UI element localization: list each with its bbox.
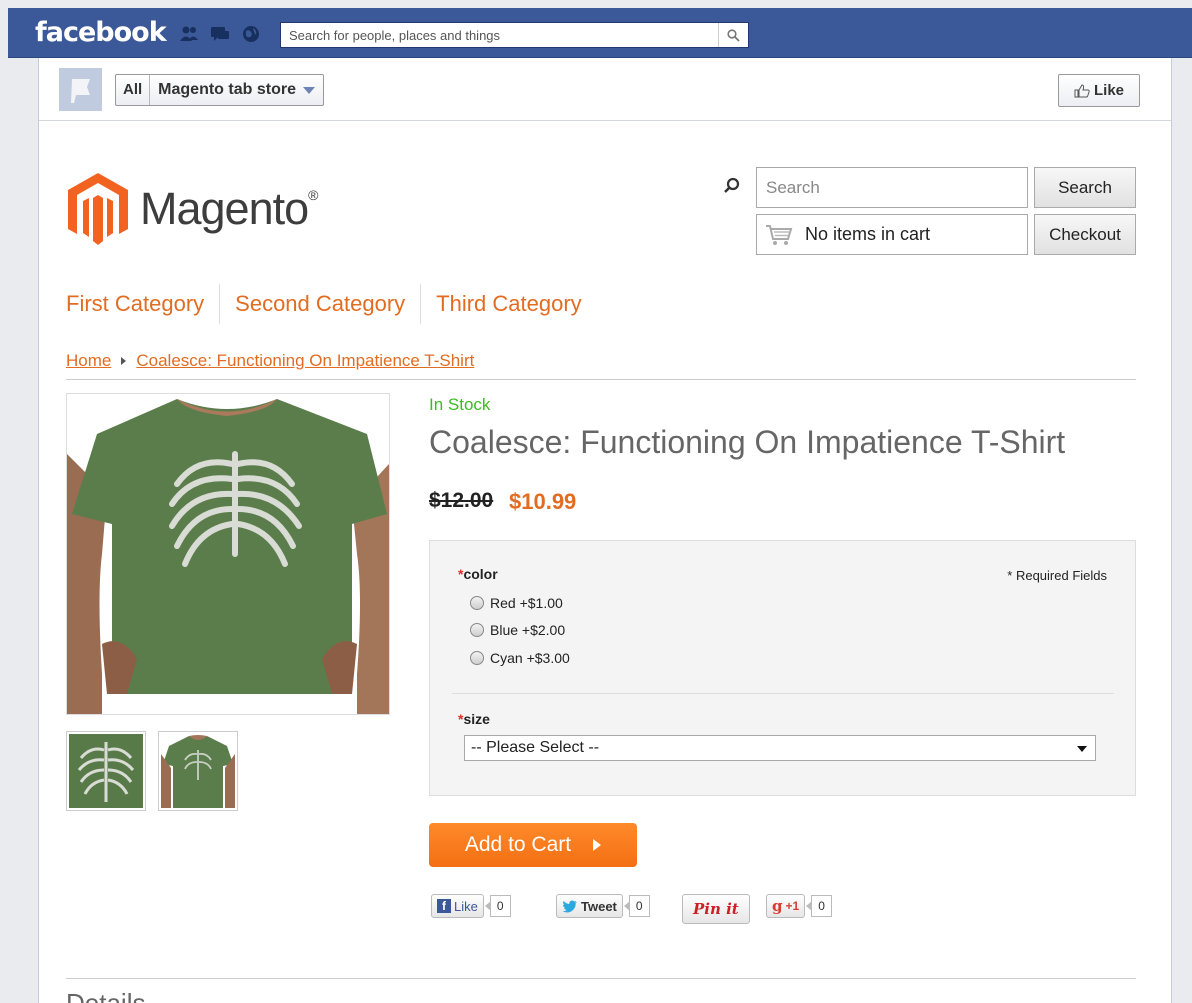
color-option-blue[interactable]: Blue +$2.00 — [470, 622, 565, 638]
google-plus-one-button[interactable]: g +1 — [766, 894, 806, 918]
chevron-right-icon — [121, 357, 127, 365]
store-search-button[interactable]: Search — [1034, 167, 1136, 208]
thumbs-up-icon — [1074, 83, 1090, 97]
old-price: $12.00 — [429, 489, 494, 512]
radio-button[interactable] — [470, 596, 484, 610]
category-third[interactable]: Third Category — [420, 284, 597, 324]
radio-button[interactable] — [470, 623, 484, 637]
facebook-icon: f — [437, 899, 451, 913]
facebook-top-bar: facebook — [8, 8, 1192, 58]
tweet-button[interactable]: Tweet — [556, 894, 623, 918]
color-option-label-blue: Blue +$2.00 — [490, 622, 566, 638]
add-to-cart-label: Add to Cart — [464, 833, 572, 856]
facebook-like-button[interactable]: f Like — [431, 894, 484, 918]
size-select-value: -- Please Select -- — [471, 739, 600, 756]
details-heading: Details — [66, 988, 146, 1003]
color-option-cyan[interactable]: Cyan +$3.00 — [470, 650, 570, 666]
divider — [66, 978, 1136, 979]
magento-logo-icon — [68, 173, 128, 245]
tweet-count: 0 — [623, 895, 650, 917]
magento-logo[interactable]: Magento® — [66, 171, 318, 247]
special-price: $10.99 — [509, 489, 577, 514]
required-fields-note: * Required Fields — [1007, 568, 1107, 583]
all-pages-label[interactable]: All — [116, 75, 151, 105]
google-plus-count: 0 — [806, 895, 832, 917]
messages-icon[interactable] — [209, 24, 231, 44]
pinterest-widget: Pin it — [682, 894, 750, 924]
category-first[interactable]: First Category — [66, 284, 219, 324]
store-page-dropdown[interactable]: Magento tab store — [150, 75, 323, 105]
product-options: *color * Required Fields Red +$1.00 Blue… — [429, 540, 1136, 796]
size-option-label: *size — [458, 711, 490, 727]
page-flag-icon[interactable] — [59, 68, 102, 111]
color-option-label-cyan: Cyan +$3.00 — [490, 650, 570, 666]
divider — [66, 379, 1136, 380]
facebook-search-input[interactable] — [281, 23, 713, 47]
tweet-widget: Tweet 0 — [556, 894, 650, 918]
size-select[interactable]: -- Please Select -- — [464, 735, 1096, 761]
page-selector[interactable]: All Magento tab store — [115, 74, 324, 106]
color-option-label-red: Red +$1.00 — [490, 595, 563, 611]
category-nav: First Category Second Category Third Cat… — [66, 284, 597, 324]
store-search-input[interactable] — [756, 167, 1028, 208]
color-option-label: *color — [458, 566, 498, 582]
chevron-down-icon — [302, 86, 315, 94]
page-like-button[interactable]: Like — [1058, 74, 1140, 107]
checkout-button[interactable]: Checkout — [1034, 214, 1136, 255]
twitter-bird-icon — [562, 900, 577, 912]
divider — [452, 693, 1114, 694]
stock-status: In Stock — [429, 395, 491, 414]
page-header: All Magento tab store Like — [39, 58, 1171, 121]
category-second[interactable]: Second Category — [219, 284, 420, 324]
radio-button[interactable] — [470, 651, 484, 665]
store-search-icon — [724, 177, 740, 193]
cart-status: No items in cart — [805, 224, 931, 244]
product-thumbnail-2[interactable] — [158, 731, 238, 811]
google-plus-label: +1 — [785, 899, 800, 913]
arrow-right-icon — [593, 839, 602, 851]
product-main-image[interactable] — [66, 393, 390, 715]
magento-logo-text: Magento® — [140, 183, 318, 234]
cart-icon — [766, 224, 793, 245]
like-label: Like — [1093, 82, 1124, 99]
product-title: Coalesce: Functioning On Impatience T-Sh… — [429, 424, 1066, 460]
facebook-like-label: Like — [454, 898, 478, 914]
breadcrumb-home[interactable]: Home — [66, 351, 111, 371]
store-page-label: Magento tab store — [158, 81, 296, 98]
facebook-search-button[interactable] — [718, 23, 748, 47]
search-icon — [727, 28, 740, 42]
tweet-label: Tweet — [581, 898, 617, 914]
friends-icon[interactable] — [178, 24, 200, 44]
pin-it-button[interactable]: Pin it — [682, 894, 750, 924]
globe-icon[interactable] — [240, 24, 262, 44]
breadcrumb: Home Coalesce: Functioning On Impatience… — [66, 351, 474, 371]
facebook-search-box — [280, 22, 749, 48]
color-option-red[interactable]: Red +$1.00 — [470, 595, 563, 611]
facebook-like-widget: f Like 0 — [431, 894, 511, 918]
facebook-jewel-icons — [178, 24, 262, 44]
google-plus-icon: g — [772, 897, 783, 915]
facebook-like-count: 0 — [484, 895, 511, 917]
page-tab-frame: All Magento tab store Like Magento® Sear… — [38, 58, 1172, 1003]
mini-cart[interactable]: No items in cart — [756, 214, 1028, 255]
facebook-logo[interactable]: facebook — [35, 17, 167, 48]
pin-it-label: Pin it — [693, 900, 739, 918]
breadcrumb-current[interactable]: Coalesce: Functioning On Impatience T-Sh… — [136, 351, 474, 371]
product-thumbnail-1[interactable] — [66, 731, 146, 811]
add-to-cart-button[interactable]: Add to Cart — [429, 823, 637, 867]
google-plus-widget: g +1 0 — [766, 894, 832, 918]
dropdown-arrow-icon — [1077, 746, 1087, 752]
